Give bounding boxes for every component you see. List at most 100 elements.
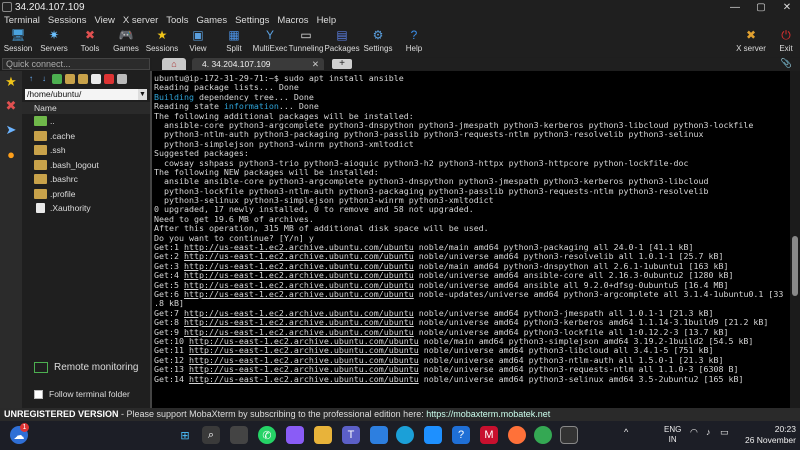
battery-icon[interactable]: ▭ <box>720 427 729 438</box>
paperclip-icon[interactable]: 📎 <box>781 58 792 69</box>
menu-games[interactable]: Games <box>192 15 231 26</box>
teams-icon[interactable]: T <box>342 426 360 444</box>
store-icon[interactable] <box>370 426 388 444</box>
mobaxterm-link[interactable]: https://mobaxterm.mobatek.net <box>426 409 550 419</box>
file-name: .Xauthority <box>50 203 91 214</box>
chrome-icon[interactable] <box>534 426 552 444</box>
menu-settings[interactable]: Settings <box>231 15 273 26</box>
toolbar-split-button[interactable]: ▦ Split <box>217 27 251 57</box>
toolbar-label: View <box>189 44 207 53</box>
start-icon[interactable]: ⊞ <box>176 426 194 444</box>
toolbar-tunneling-button[interactable]: ▭ Tunneling <box>289 27 324 57</box>
file-explorer-icon[interactable] <box>314 426 332 444</box>
chevron-up-icon[interactable]: ^ <box>624 427 628 437</box>
folder-icon <box>34 174 47 185</box>
menu-view[interactable]: View <box>90 15 118 26</box>
repo-url-link[interactable]: http://us-east-1.ec2.archive.ubuntu.com/… <box>189 374 419 384</box>
terminal-output[interactable]: ubuntu@ip-172-31-29-71:~$ sudo apt insta… <box>152 71 790 408</box>
clock-time: 20:23 <box>774 424 796 434</box>
star-icon[interactable]: ★ <box>0 71 22 93</box>
toolbar-games-button[interactable]: 🎮 Games <box>109 27 143 57</box>
repo-url-link[interactable]: http://us-east-1.ec2.archive.ubuntu.com/… <box>184 289 414 299</box>
file-list-item[interactable]: .ssh <box>34 143 150 158</box>
file-list-item[interactable]: .bash_logout <box>34 158 150 173</box>
menu-tools[interactable]: Tools <box>162 15 192 26</box>
path-field[interactable]: /home/ubuntu/ ▼ <box>25 89 147 100</box>
checkbox-box[interactable] <box>34 389 43 399</box>
toolbar-x-server-button[interactable]: ✖ X server <box>736 27 766 57</box>
new-folder-icon[interactable] <box>78 74 88 84</box>
toolbar-label: Tools <box>80 44 100 53</box>
toolbar-sessions-button[interactable]: ★ Sessions <box>145 27 179 57</box>
toolbar-session-button[interactable]: 🖥 Session <box>1 27 35 57</box>
file-list-item[interactable]: .Xauthority <box>34 201 150 216</box>
menu-sessions[interactable]: Sessions <box>44 15 91 26</box>
remote-monitoring-button[interactable]: Remote monitoring <box>34 362 138 373</box>
sftp-icon[interactable]: ● <box>0 143 22 165</box>
minimize-button[interactable]: — <box>722 2 748 13</box>
file-list-item[interactable]: .bashrc <box>34 172 150 187</box>
copilot-icon[interactable] <box>286 426 304 444</box>
app-icon[interactable] <box>424 426 442 444</box>
tunneling-icon: ▭ <box>300 28 312 42</box>
scrollbar-thumb[interactable] <box>792 236 798 296</box>
windows-taskbar: ☁ 1 ⊞ ⌕ ✆ T ? M ^ ENG IN ◠ ♪ ▭ 20:23 26 … <box>0 421 800 450</box>
search-icon[interactable]: ⌕ <box>202 426 220 444</box>
volume-icon[interactable]: ♪ <box>706 427 711 437</box>
download-icon[interactable]: ↓ <box>39 74 49 84</box>
refresh-icon[interactable] <box>52 74 62 84</box>
menu-terminal[interactable]: Terminal <box>0 15 44 26</box>
properties-icon[interactable] <box>117 74 127 84</box>
delete-icon[interactable] <box>104 74 114 84</box>
file-list-item[interactable]: .. <box>34 114 150 129</box>
file-list-item[interactable]: .cache <box>34 129 150 144</box>
menu-bar: Terminal Sessions View X server Tools Ga… <box>0 14 800 27</box>
quick-connect-input[interactable]: Quick connect... <box>2 58 150 70</box>
close-tab-icon[interactable]: ✕ <box>312 58 319 70</box>
terminal-scrollbar[interactable] <box>790 71 800 408</box>
sftp-panel: ↑ ↓ /home/ubuntu/ ▼ Name .. .cache .ssh .ba… <box>22 71 150 408</box>
chevron-down-icon[interactable]: ▼ <box>138 89 147 100</box>
name-column-header[interactable]: Name <box>22 102 150 114</box>
main-toolbar: 🖥 Session ✷ Servers ✖ Tools 🎮 Games ★ Sessions ▣ Vi… <box>0 27 800 57</box>
new-file-icon[interactable] <box>91 74 101 84</box>
toolbar-multiexec-button[interactable]: Y MultiExec <box>253 27 288 57</box>
toolbar-tools-button[interactable]: ✖ Tools <box>73 27 107 57</box>
view-icon: ▣ <box>192 28 204 42</box>
menu-macros[interactable]: Macros <box>273 15 312 26</box>
clock[interactable]: 20:23 26 November <box>738 424 796 446</box>
edge-icon[interactable] <box>396 426 414 444</box>
toolbar-exit-button[interactable]: ⏻ Exit <box>772 27 800 57</box>
maximize-button[interactable]: ▢ <box>748 2 774 13</box>
language-indicator[interactable]: ENG IN <box>664 425 681 445</box>
new-tab-button[interactable]: + <box>332 59 352 69</box>
folder-up-icon[interactable] <box>65 74 75 84</box>
task-view-icon[interactable] <box>230 426 248 444</box>
upload-icon[interactable]: ↑ <box>26 74 36 84</box>
toolbar-help-button[interactable]: ? Help <box>397 27 431 57</box>
firefox-icon[interactable] <box>508 426 526 444</box>
mobaxterm-taskbar-icon[interactable] <box>560 426 578 444</box>
follow-folder-checkbox[interactable]: Follow terminal folder <box>34 389 130 399</box>
menu-help[interactable]: Help <box>313 15 341 26</box>
menu-xserver[interactable]: X server <box>119 15 162 26</box>
whatsapp-icon[interactable]: ✆ <box>258 426 276 444</box>
toolbar-settings-button[interactable]: ⚙ Settings <box>361 27 395 57</box>
toolbar-label: Session <box>3 44 33 53</box>
unregistered-text: - Please support MobaXterm by subscribin… <box>118 409 427 419</box>
close-button[interactable]: ✕ <box>774 2 800 13</box>
toolbar-servers-button[interactable]: ✷ Servers <box>37 27 71 57</box>
session-tab[interactable]: 4. 34.204.107.109 ✕ <box>192 58 324 70</box>
file-list-item[interactable]: .profile <box>34 187 150 202</box>
tab-bar: ⌂ 4. 34.204.107.109 ✕ + 📎 <box>152 58 800 70</box>
remote-monitoring-label: Remote monitoring <box>54 362 139 373</box>
tools-icon[interactable]: ✖ <box>0 95 22 117</box>
wifi-icon[interactable]: ◠ <box>690 427 698 438</box>
send-icon[interactable]: ➤ <box>0 119 22 141</box>
toolbar-packages-button[interactable]: ▤ Packages <box>324 27 359 57</box>
folder-icon <box>34 145 47 156</box>
toolbar-view-button[interactable]: ▣ View <box>181 27 215 57</box>
help-icon[interactable]: ? <box>452 426 470 444</box>
mcafee-icon[interactable]: M <box>480 426 498 444</box>
home-tab[interactable]: ⌂ <box>162 58 186 70</box>
